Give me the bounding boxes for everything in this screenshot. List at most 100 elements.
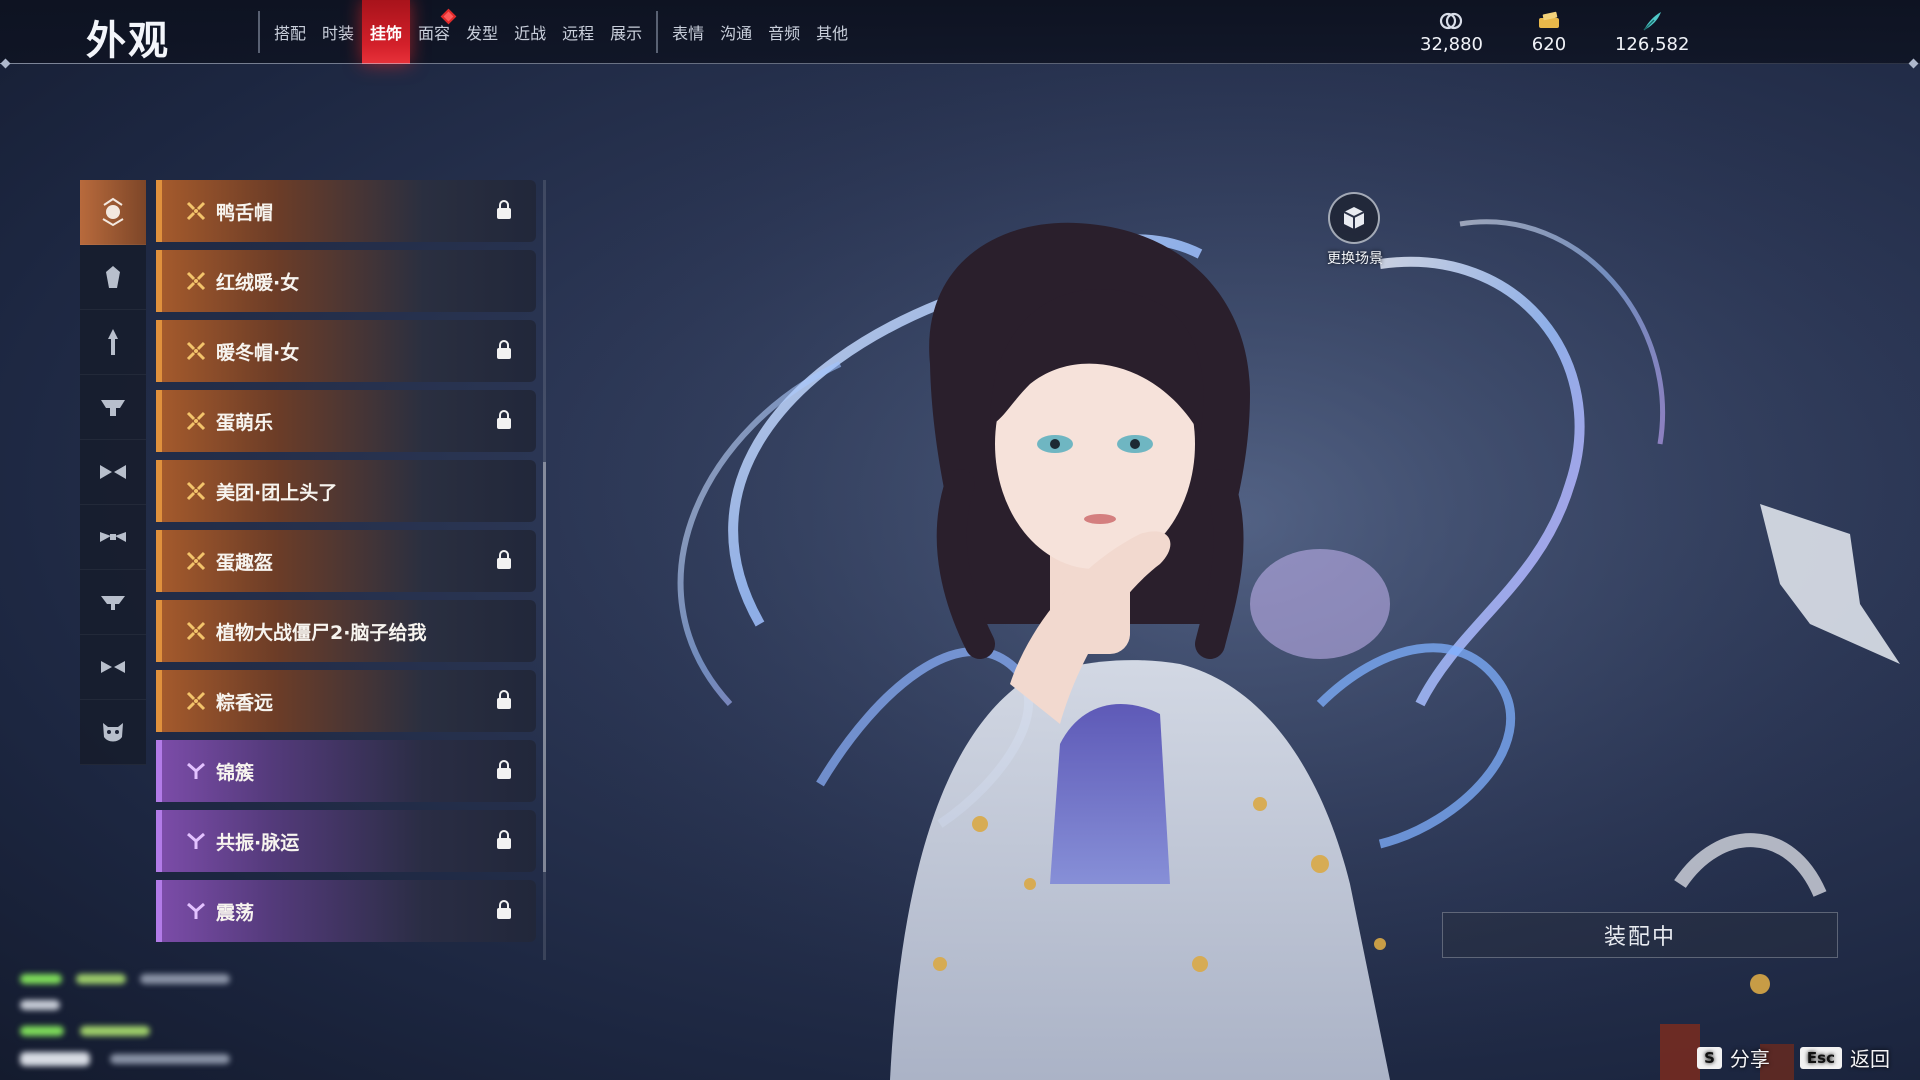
feather-icon [1643, 12, 1662, 31]
lock-icon [497, 830, 511, 849]
tab-hairstyle[interactable]: 发型 [458, 0, 506, 64]
list-scrollbar-thumb[interactable] [543, 462, 546, 872]
currency-ticket-value: 620 [1531, 34, 1567, 55]
chat-blur-line [20, 974, 62, 984]
share-label: 分享 [1729, 1047, 1770, 1071]
category-wing[interactable] [80, 505, 146, 570]
accessory-rarity-icon [186, 271, 206, 291]
lock-icon [497, 200, 511, 219]
back-ornament-icon [100, 465, 126, 479]
accessory-rarity-icon [186, 481, 206, 501]
chat-box [20, 966, 320, 1076]
chat-blur-line [110, 1054, 230, 1064]
list-item-label: 蛋趣盔 [216, 551, 274, 574]
currency-feather[interactable]: 126,582 [1615, 10, 1689, 55]
currency-bar: 32,880 620 126,582 [1420, 10, 1689, 55]
list-item-label: 蛋萌乐 [216, 411, 274, 434]
wing-ornament-icon [100, 532, 126, 542]
top-bar: 外观 搭配 时装 挂饰 面容 发型 近战 远程 展示 表情 沟通 音频 其他 3… [0, 0, 1920, 64]
list-item[interactable]: 蛋萌乐 [156, 390, 536, 452]
cube-icon [1343, 207, 1365, 229]
hair-ornament-icon [108, 329, 118, 355]
accessory-rarity-icon [186, 201, 206, 221]
back-hotkey[interactable]: Esc 返回 [1799, 1043, 1890, 1072]
accessory-list: 鸭舌帽 红绒暖·女 暖冬帽·女 蛋萌乐 美团·团上头了 蛋趣盔 植物大战僵尸2·… [156, 180, 536, 950]
head-ornament-icon [102, 197, 124, 227]
lock-icon [497, 760, 511, 779]
accessory-rarity-icon [186, 621, 206, 641]
category-mask[interactable] [80, 700, 146, 765]
list-item[interactable]: 震荡 [156, 880, 536, 942]
tab-emote[interactable]: 表情 [664, 0, 712, 64]
lock-icon [497, 340, 511, 359]
change-scene-label: 更换场景 [1327, 251, 1383, 267]
coin-icon [1440, 12, 1463, 30]
tab-face[interactable]: 面容 [410, 0, 458, 64]
list-item-label: 暖冬帽·女 [216, 341, 300, 364]
tab-audio[interactable]: 音频 [760, 0, 808, 64]
equipped-status-button[interactable]: 装配中 [1442, 912, 1838, 958]
tab-other[interactable]: 其他 [808, 0, 856, 64]
category-shoulder[interactable] [80, 570, 146, 635]
chat-blur-line [20, 1026, 64, 1036]
face-ornament-icon [106, 266, 120, 288]
share-key: S [1697, 1046, 1722, 1069]
hotkey-bar: S 分享 Esc 返回 [1697, 1043, 1890, 1072]
category-head[interactable] [80, 180, 146, 245]
list-item-label: 美团·团上头了 [216, 481, 338, 504]
accessory-rarity-icon [187, 762, 205, 779]
tab-ranged[interactable]: 远程 [554, 0, 602, 64]
ticket-icon [1538, 11, 1559, 28]
tab-communication[interactable]: 沟通 [712, 0, 760, 64]
share-hotkey[interactable]: S 分享 [1697, 1043, 1770, 1072]
accessory-rarity-icon [186, 551, 206, 571]
shoulder-ornament-icon [101, 596, 125, 610]
category-face[interactable] [80, 245, 146, 310]
list-item[interactable]: 共振·脉运 [156, 810, 536, 872]
category-back[interactable] [80, 440, 146, 505]
list-item-label: 共振·脉运 [216, 831, 300, 854]
lock-icon [497, 410, 511, 429]
category-bow[interactable] [80, 635, 146, 700]
tab-accessories[interactable]: 挂饰 [362, 0, 411, 64]
currency-ticket[interactable]: 620 [1521, 10, 1577, 55]
category-waist[interactable] [80, 375, 146, 440]
category-hair[interactable] [80, 310, 146, 375]
list-item[interactable]: 植物大战僵尸2·脑子给我 [156, 600, 536, 662]
currency-coin[interactable]: 32,880 [1420, 10, 1483, 55]
accessory-rarity-icon [186, 691, 206, 711]
change-scene-button[interactable] [1328, 192, 1380, 244]
list-item-label: 鸭舌帽 [216, 201, 274, 224]
mask-ornament-icon [103, 723, 123, 742]
list-item[interactable]: 红绒暖·女 [156, 250, 536, 312]
tab-fashion[interactable]: 时装 [314, 0, 362, 64]
chat-blur-line [140, 974, 230, 984]
list-item[interactable]: 蛋趣盔 [156, 530, 536, 592]
lock-icon [497, 900, 511, 919]
list-item[interactable]: 鸭舌帽 [156, 180, 536, 242]
chat-blur-line [20, 1052, 90, 1066]
currency-coin-value: 32,880 [1420, 34, 1483, 55]
header-divider [0, 63, 1920, 64]
list-item[interactable]: 美团·团上头了 [156, 460, 536, 522]
tab-display[interactable]: 展示 [602, 0, 650, 64]
tab-outfit[interactable]: 搭配 [266, 0, 314, 64]
chat-blur-line [20, 1000, 60, 1010]
list-item-label: 粽香远 [216, 691, 274, 714]
list-item-label: 红绒暖·女 [216, 271, 300, 294]
category-tabs: 搭配 时装 挂饰 面容 发型 近战 远程 展示 表情 沟通 音频 其他 [252, 0, 856, 64]
list-item-label: 震荡 [216, 901, 255, 924]
list-item[interactable]: 锦簇 [156, 740, 536, 802]
tab-divider [258, 11, 260, 53]
chat-blur-line [76, 974, 126, 984]
currency-feather-value: 126,582 [1614, 34, 1690, 55]
list-scrollbar[interactable] [543, 180, 546, 960]
back-key: Esc [1799, 1046, 1842, 1069]
list-item[interactable]: 粽香远 [156, 670, 536, 732]
page-title: 外观 [86, 18, 170, 64]
list-item-label: 锦簇 [216, 761, 255, 784]
accessory-rarity-icon [187, 832, 205, 849]
list-item[interactable]: 暖冬帽·女 [156, 320, 536, 382]
lock-icon [497, 690, 511, 709]
tab-melee[interactable]: 近战 [506, 0, 554, 64]
